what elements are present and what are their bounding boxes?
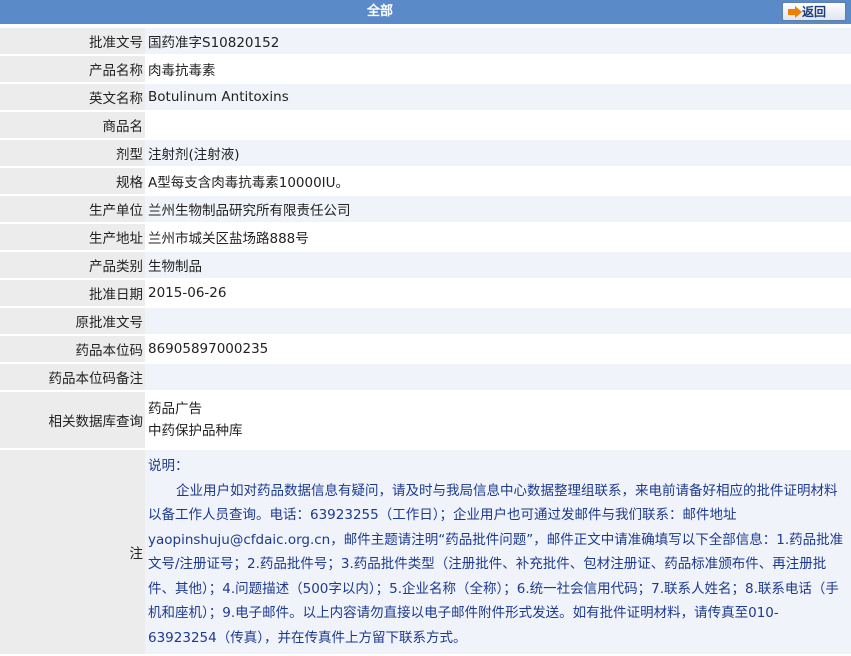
field-label: 剂型 bbox=[0, 139, 145, 168]
manufacturer-value: 兰州生物制品研究所有限责任公司 bbox=[145, 195, 851, 224]
note-content: 说明： 企业用户如对药品数据信息有疑问，请及时与我局信息中心数据整理组联系，来电… bbox=[145, 449, 851, 656]
related-db-link[interactable]: 药品广告 bbox=[148, 398, 851, 420]
field-label: 商品名 bbox=[0, 111, 145, 140]
table-row: 英文名称 Botulinum Antitoxins bbox=[0, 83, 851, 112]
title-bar: 全部 返回 bbox=[0, 0, 851, 24]
table-row: 批准日期 2015-06-26 bbox=[0, 279, 851, 308]
approval-number-value: 国药准字S10820152 bbox=[145, 28, 851, 56]
related-databases-row: 相关数据库查询 药品广告 中药保护品种库 bbox=[0, 391, 851, 450]
note-row: 注 说明： 企业用户如对药品数据信息有疑问，请及时与我局信息中心数据整理组联系，… bbox=[0, 449, 851, 656]
back-button[interactable]: 返回 bbox=[782, 2, 846, 21]
table-row: 商品名 bbox=[0, 111, 851, 140]
note-body: 企业用户如对药品数据信息有疑问，请及时与我局信息中心数据整理组联系，来电前请备好… bbox=[148, 482, 844, 646]
related-db-link[interactable]: 中药保护品种库 bbox=[148, 420, 851, 442]
trade-name-value bbox=[145, 111, 851, 140]
address-value: 兰州市城关区盐场路888号 bbox=[145, 223, 851, 252]
approval-date-value: 2015-06-26 bbox=[145, 279, 851, 308]
page-title: 全部 bbox=[366, 4, 393, 19]
specification-value: A型每支含肉毒抗毒素10000IU。 bbox=[145, 167, 851, 196]
table-row: 生产地址 兰州市城关区盐场路888号 bbox=[0, 223, 851, 252]
table-row: 生产单位 兰州生物制品研究所有限责任公司 bbox=[0, 195, 851, 224]
note-heading: 说明： bbox=[148, 458, 189, 474]
dosage-form-value: 注射剂(注射液) bbox=[145, 139, 851, 168]
field-label: 产品名称 bbox=[0, 55, 145, 84]
field-label: 原批准文号 bbox=[0, 307, 145, 336]
field-label: 规格 bbox=[0, 167, 145, 196]
original-approval-value bbox=[145, 307, 851, 336]
table-row: 原批准文号 bbox=[0, 307, 851, 336]
table-row: 产品名称 肉毒抗毒素 bbox=[0, 55, 851, 84]
field-label: 药品本位码备注 bbox=[0, 363, 145, 392]
table-row: 剂型 注射剂(注射液) bbox=[0, 139, 851, 168]
back-button-label: 返回 bbox=[801, 5, 826, 19]
field-label: 英文名称 bbox=[0, 83, 145, 112]
drug-detail-table: 批准文号 国药准字S10820152 产品名称 肉毒抗毒素 英文名称 Botul… bbox=[0, 28, 851, 656]
field-label: 产品类别 bbox=[0, 251, 145, 280]
drug-code-value: 86905897000235 bbox=[145, 335, 851, 364]
field-label: 相关数据库查询 bbox=[0, 391, 145, 450]
field-label: 批准文号 bbox=[0, 28, 145, 56]
drug-code-note-value bbox=[145, 363, 851, 392]
field-label: 生产单位 bbox=[0, 195, 145, 224]
english-name-value: Botulinum Antitoxins bbox=[145, 83, 851, 112]
field-label: 批准日期 bbox=[0, 279, 145, 308]
table-row: 药品本位码 86905897000235 bbox=[0, 335, 851, 364]
table-row: 产品类别 生物制品 bbox=[0, 251, 851, 280]
product-name-value: 肉毒抗毒素 bbox=[145, 55, 851, 84]
field-label: 注 bbox=[0, 449, 145, 656]
category-value: 生物制品 bbox=[145, 251, 851, 280]
table-row: 规格 A型每支含肉毒抗毒素10000IU。 bbox=[0, 167, 851, 196]
table-row: 批准文号 国药准字S10820152 bbox=[0, 28, 851, 56]
table-row: 药品本位码备注 bbox=[0, 363, 851, 392]
field-label: 药品本位码 bbox=[0, 335, 145, 364]
field-label: 生产地址 bbox=[0, 223, 145, 252]
